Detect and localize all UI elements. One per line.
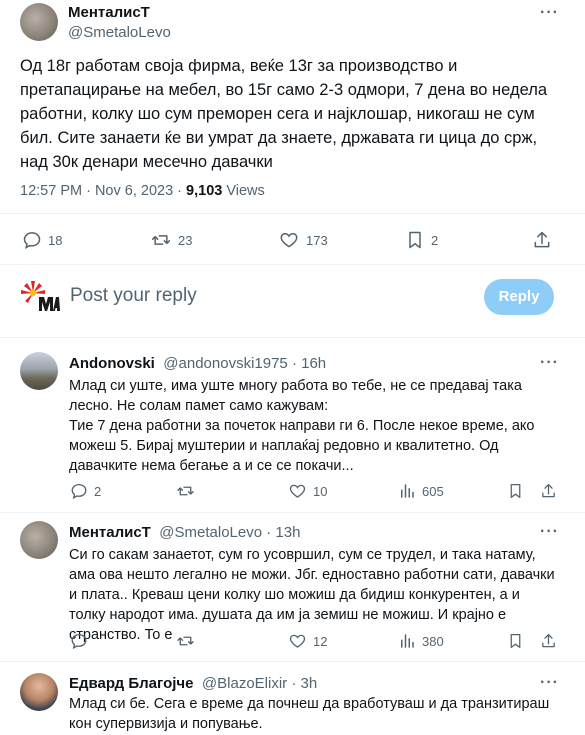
author-name[interactable]: МенталисТ (68, 4, 150, 21)
views-action[interactable]: 380 (398, 632, 444, 650)
more-dots-icon[interactable]: ··· (540, 354, 559, 372)
retweet-action[interactable] (176, 482, 195, 500)
tweet-meta: 12:57 PM · Nov 6, 2023 · 9,103 Views (20, 183, 265, 199)
heart-icon (280, 232, 298, 248)
reply-action[interactable] (70, 632, 88, 650)
like-action[interactable]: 173 (278, 230, 328, 250)
bookmark-action[interactable]: 2 (405, 230, 438, 250)
reply-author-name[interactable]: МенталисТ (69, 524, 151, 541)
like-action[interactable]: 10 (288, 482, 327, 500)
more-dots-icon[interactable]: ··· (540, 674, 559, 692)
reply-header: Едвард Благојче @BlazoElixir · 3h (69, 675, 317, 693)
author-handle[interactable]: @SmetaloLevo (68, 24, 171, 41)
like-count: 10 (313, 483, 328, 499)
reply-text: Млад си бе. Сега е време да почнеш да вр… (69, 696, 550, 732)
reply-author-name[interactable]: Едвард Благојче (69, 675, 193, 692)
avatar[interactable] (20, 673, 58, 711)
share-icon (542, 483, 555, 498)
reply-input[interactable]: Post your reply (70, 285, 197, 307)
reply-header: Andonovski @andonovski1975 · 16h (69, 355, 326, 373)
share-icon (542, 633, 555, 648)
views-bar-icon (401, 634, 414, 648)
reply-icon (23, 232, 41, 249)
retweet-count: 23 (178, 232, 193, 248)
bookmark-icon (510, 633, 521, 649)
reply-count: 18 (48, 232, 63, 248)
reply-text: Си го сакам занаетот, сум го усовршил, с… (69, 547, 555, 643)
bookmark-count: 2 (431, 232, 439, 248)
retweet-action[interactable]: 23 (150, 230, 192, 250)
author-avatar[interactable] (20, 3, 58, 41)
views-action[interactable]: 605 (398, 482, 444, 500)
share-action[interactable] (532, 230, 552, 250)
reply-header: МенталисТ @SmetaloLevo · 13h (69, 524, 300, 542)
avatar[interactable] (20, 521, 58, 559)
retweet-action[interactable] (176, 632, 195, 650)
bookmark-action[interactable] (507, 632, 524, 650)
user-logo (20, 280, 60, 314)
reply-action[interactable]: 18 (22, 230, 62, 250)
tweet-time[interactable]: 12:57 PM · Nov 6, 2023 · (20, 183, 186, 199)
retweet-icon (151, 235, 171, 245)
heart-icon (289, 484, 306, 498)
share-action[interactable] (540, 482, 557, 500)
reply-author-handle[interactable]: @andonovski1975 · 16h (163, 355, 326, 372)
views-count: 380 (422, 633, 444, 649)
bookmark-icon (510, 483, 521, 499)
reply-author-handle[interactable]: @SmetaloLevo · 13h (159, 524, 300, 541)
views-label: Views (222, 183, 265, 199)
reply-button[interactable]: Reply (484, 279, 554, 315)
reply-action[interactable]: 2 (70, 482, 101, 500)
reply-author-handle[interactable]: @BlazoElixir · 3h (202, 675, 317, 692)
like-action[interactable]: 12 (288, 632, 327, 650)
retweet-icon (177, 486, 194, 496)
views-count: 9,103 (186, 183, 223, 199)
avatar[interactable] (20, 352, 58, 390)
retweet-icon (177, 636, 194, 646)
reply-author-name[interactable]: Andonovski (69, 355, 155, 372)
tweet-text: Од 18г работам своја фирма, веќе 13г за … (20, 57, 548, 171)
heart-icon (289, 634, 306, 648)
like-count: 173 (306, 232, 328, 248)
reply-icon (71, 633, 87, 650)
bookmark-icon (409, 231, 421, 249)
more-dots-icon[interactable]: ··· (540, 523, 559, 541)
reply-text: Млад си уште, има уште многу работа во т… (69, 378, 535, 474)
views-count: 605 (422, 483, 444, 499)
views-bar-icon (401, 484, 414, 498)
reply-count: 2 (94, 483, 102, 499)
share-icon (534, 231, 550, 248)
reply-icon (71, 483, 87, 500)
like-count: 12 (313, 633, 328, 649)
share-action[interactable] (540, 632, 557, 650)
more-dots-icon[interactable]: ··· (540, 4, 559, 22)
bookmark-action[interactable] (507, 482, 524, 500)
